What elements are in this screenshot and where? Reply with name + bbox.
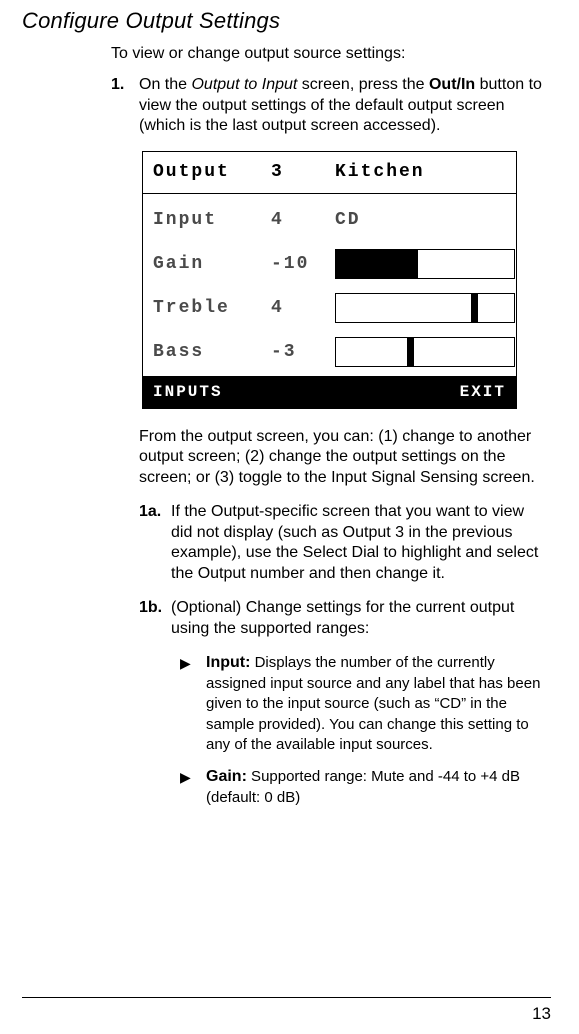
step1-pre: On the <box>139 76 191 93</box>
bullet-gain: ▶ Gain: Supported range: Mute and -44 to… <box>180 767 545 808</box>
page-footer: 13 <box>22 997 551 1024</box>
step1a-body: If the Output-specific screen that you w… <box>171 502 545 584</box>
header-label: Output <box>153 162 271 182</box>
footer-exit[interactable]: EXIT <box>460 383 506 401</box>
footer-inputs[interactable]: INPUTS <box>153 383 223 401</box>
row-input: Input 4 CD <box>143 198 516 242</box>
row-input-text: CD <box>335 210 516 230</box>
bass-bar-marker <box>407 338 414 366</box>
after-device-para: From the output screen, you can: (1) cha… <box>139 427 545 488</box>
device-header: Output 3 Kitchen <box>143 152 516 194</box>
step1b-body: (Optional) Change settings for the curre… <box>171 598 545 639</box>
step1-screen-name: Output to Input <box>191 76 297 93</box>
arrow-icon: ▶ <box>180 653 206 755</box>
step-body: On the Output to Input screen, press the… <box>139 75 551 136</box>
step1-button-name: Out/In <box>429 76 475 93</box>
step-1b: 1b. (Optional) Change settings for the c… <box>139 598 545 639</box>
row-bass-value: -3 <box>271 342 335 362</box>
arrow-icon: ▶ <box>180 767 206 808</box>
gain-bar <box>335 249 515 279</box>
step-number: 1. <box>111 75 139 136</box>
treble-bar-marker <box>471 294 478 322</box>
step1a-num: 1a. <box>139 502 171 584</box>
bass-bar <box>335 337 515 367</box>
header-num: 3 <box>271 162 335 182</box>
page-number: 13 <box>532 1004 551 1023</box>
row-bass-label: Bass <box>153 342 271 362</box>
bullet-input-text: Displays the number of the currently ass… <box>206 654 540 753</box>
row-gain: Gain -10 <box>143 242 516 286</box>
bullet-gain-text: Supported range: Mute and -44 to +4 dB (… <box>206 768 520 805</box>
header-name: Kitchen <box>335 162 506 182</box>
treble-bar <box>335 293 515 323</box>
gain-bar-fill <box>336 250 418 278</box>
intro-text: To view or change output source settings… <box>111 44 551 64</box>
row-gain-label: Gain <box>153 254 271 274</box>
bullet-input: ▶ Input: Displays the number of the curr… <box>180 653 545 755</box>
row-input-value: 4 <box>271 210 335 230</box>
row-treble-label: Treble <box>153 298 271 318</box>
row-gain-value: -10 <box>271 254 335 274</box>
step-1: 1. On the Output to Input screen, press … <box>111 75 551 136</box>
row-treble-value: 4 <box>271 298 335 318</box>
step-1a: 1a. If the Output-specific screen that y… <box>139 502 545 584</box>
device-screen: Output 3 Kitchen Input 4 CD Gain -10 Tre… <box>142 151 517 409</box>
step1-mid: screen, press the <box>297 76 429 93</box>
bullet-gain-title: Gain: <box>206 768 247 785</box>
row-bass: Bass -3 <box>143 330 516 374</box>
bullet-input-title: Input: <box>206 654 250 671</box>
step1b-num: 1b. <box>139 598 171 639</box>
row-treble: Treble 4 <box>143 286 516 330</box>
section-title: Configure Output Settings <box>22 8 551 34</box>
device-footer: INPUTS EXIT <box>143 376 516 408</box>
row-input-label: Input <box>153 210 271 230</box>
